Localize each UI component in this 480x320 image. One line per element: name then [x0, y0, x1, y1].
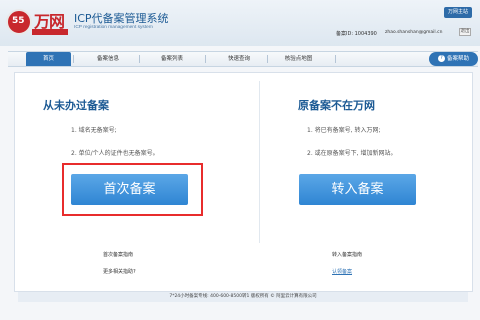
transfer-record-line-1: 1. 将已有备案号, 转入万网; — [307, 127, 381, 134]
more-help-link[interactable]: 更多相关指助? — [103, 268, 136, 275]
main-site-link[interactable]: 万网主站 — [444, 7, 472, 18]
logo-badge: 55 — [6, 9, 32, 35]
transfer-record-title: 原备案不在万网 — [298, 99, 375, 112]
nav-item-quick-query[interactable]: 快速查询 — [216, 52, 262, 66]
main-nav: 首页 备案信息 备案列表 快速查询 核验点地图 ? 备案帮助 — [8, 51, 478, 67]
nav-item-records-list[interactable]: 备案列表 — [150, 52, 194, 66]
account-id: 备案ID: 1004390 — [336, 31, 377, 37]
transfer-record-button[interactable]: 转入备案 — [299, 174, 416, 205]
claim-record-link[interactable]: 认领备案 — [332, 268, 352, 275]
logout-button[interactable]: 退出 — [459, 28, 471, 36]
new-record-line-2: 2. 单位/个人的证件也无备案号。 — [71, 150, 159, 157]
help-button[interactable]: ? 备案帮助 — [429, 52, 478, 66]
first-record-guide[interactable]: 首次备案指南 — [103, 251, 133, 258]
transfer-record-line-2: 2. 或在原备案号下, 增加新网站。 — [307, 150, 397, 157]
transfer-record-guide[interactable]: 转入备案指南 — [332, 251, 362, 258]
nav-item-home[interactable]: 首页 — [26, 52, 71, 66]
system-title: ICP代备案管理系统 — [74, 12, 169, 25]
column-divider — [259, 81, 260, 243]
page: 55 万网 ICP代备案管理系统 ICP registration manage… — [0, 0, 480, 320]
nav-separator — [73, 55, 74, 63]
footer: 7*24小时备案专线: 400-600-8500转1 版权所有 © 阿里云计算有… — [18, 292, 468, 302]
nav-separator — [139, 55, 140, 63]
logo-badge-text: 55 — [12, 16, 25, 26]
highlight-box — [62, 163, 203, 216]
header: 55 万网 ICP代备案管理系统 ICP registration manage… — [0, 0, 480, 46]
logo[interactable]: 55 万网 — [6, 8, 68, 38]
nav-separator — [267, 55, 268, 63]
logo-underline — [32, 29, 68, 35]
nav-separator — [205, 55, 206, 63]
nav-item-records-info[interactable]: 备案信息 — [87, 52, 129, 66]
system-subtitle: ICP registration management system — [74, 25, 153, 30]
question-icon: ? — [437, 55, 445, 62]
new-record-line-1: 1. 域名无备案号; — [71, 127, 117, 134]
nav-item-verification-map[interactable]: 核验点地图 — [271, 52, 326, 66]
help-button-label: 备案帮助 — [446, 56, 469, 62]
new-record-title: 从未办过备案 — [43, 99, 109, 112]
user-email: zhao.shanshan@gmail.cn — [385, 30, 443, 35]
nav-separator — [335, 55, 336, 63]
